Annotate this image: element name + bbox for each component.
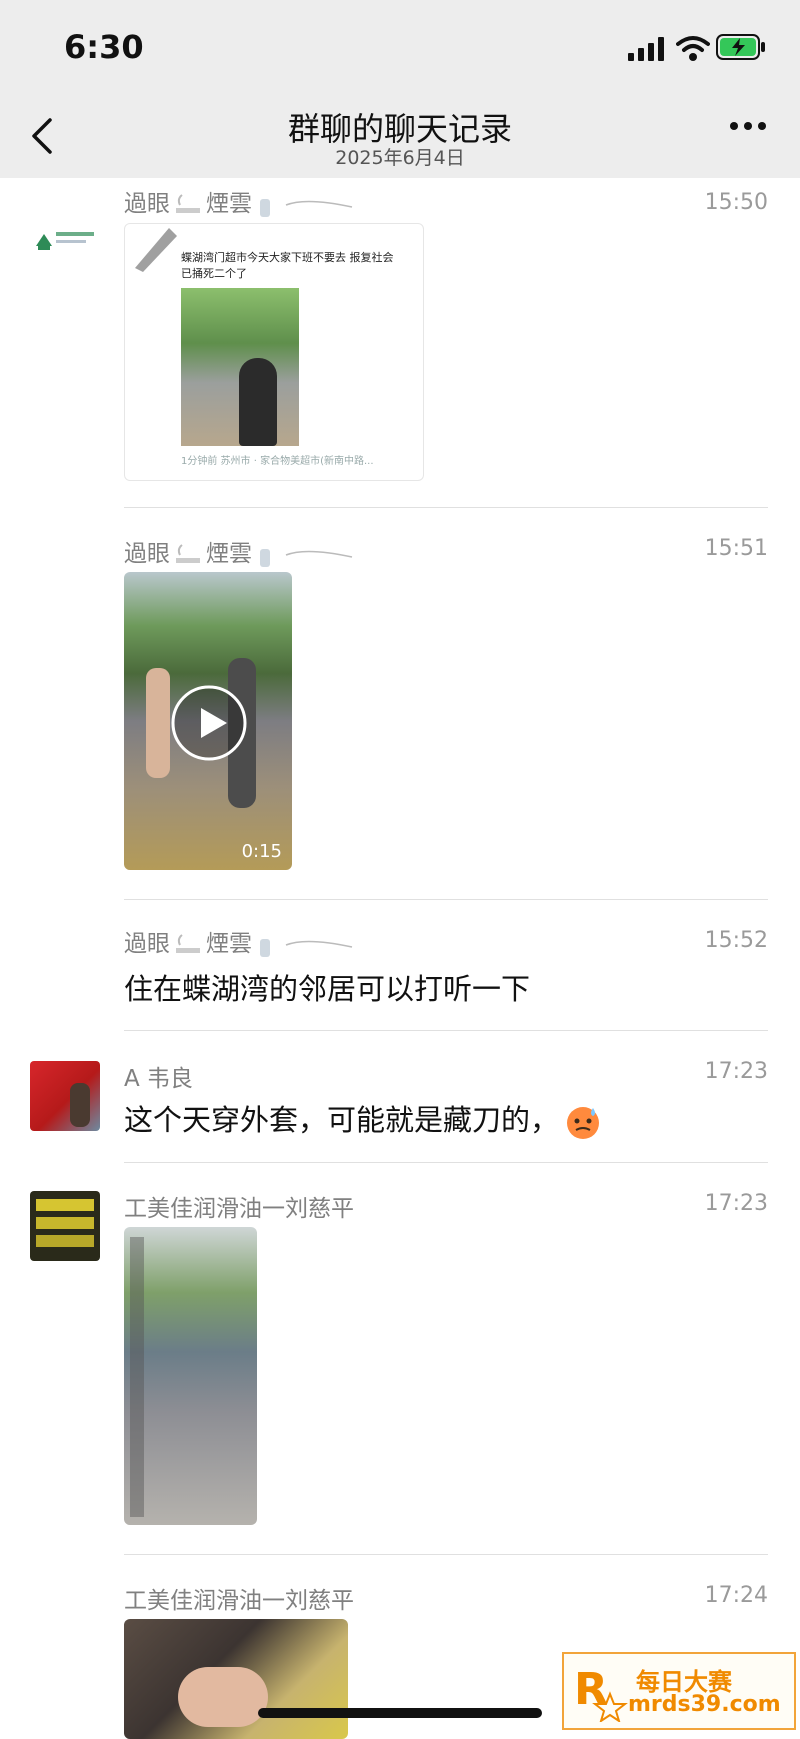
- card-post-text: 蝶湖湾门超市今天大家下班不要去 报复社会 已捅死二个了: [181, 251, 394, 280]
- decorative-emoji-icon: [260, 938, 353, 957]
- message-item: 過眼 煙雲 15:52 住在蝶湖湾的邻居可以打听一下: [0, 900, 800, 1031]
- message-text: 这个天穿外套，可能就是藏刀的，: [124, 1097, 601, 1140]
- sweat-face-emoji-icon: [567, 1107, 600, 1139]
- wifi-icon: [676, 36, 710, 61]
- video-thumbnail[interactable]: 0:15: [124, 572, 292, 870]
- avatar[interactable]: [30, 208, 100, 278]
- blurred-avatar-icon: [135, 228, 177, 272]
- play-icon[interactable]: [170, 684, 248, 762]
- message-time: 17:23: [704, 1191, 768, 1216]
- sender-name: 工美佳润滑油一刘慈平: [124, 1588, 354, 1614]
- message-item: A 韦良 17:23 这个天穿外套，可能就是藏刀的，: [0, 1031, 800, 1163]
- battery-charging-icon: [716, 34, 765, 60]
- photo-figure: [239, 358, 277, 446]
- watermark: R 每日大赛 mrds39.com: [562, 1652, 796, 1730]
- image-hand: [178, 1667, 268, 1727]
- video-figure: [146, 668, 170, 778]
- sender-name: 過眼 煙雲: [124, 184, 356, 218]
- home-indicator[interactable]: [258, 1708, 542, 1718]
- svg-text:R: R: [574, 1664, 608, 1715]
- chat-image[interactable]: [124, 1619, 348, 1739]
- status-time: 6:30: [64, 28, 144, 66]
- message-time: 15:50: [704, 190, 768, 215]
- video-duration: 0:15: [241, 841, 282, 862]
- decorative-emoji-icon: [260, 548, 353, 567]
- message-item: 過眼 煙雲 15:51 0:15: [0, 508, 800, 900]
- watermark-url: mrds39.com: [628, 1692, 781, 1717]
- shared-post-card[interactable]: 蝶湖湾门超市今天大家下班不要去 报复社会 已捅死二个了 1分钟前 苏州市 · 家…: [124, 223, 424, 481]
- avatar-figure: [70, 1083, 90, 1127]
- more-options-icon[interactable]: [728, 120, 768, 132]
- image-railing: [130, 1237, 144, 1517]
- message-time: 17:23: [704, 1059, 768, 1084]
- company-logo-icon: [36, 232, 94, 250]
- message-text: 住在蝶湖湾的邻居可以打听一下: [124, 972, 531, 1006]
- message-item: 工美佳润滑油一刘慈平 17:23: [0, 1163, 800, 1555]
- message-time: 17:24: [704, 1583, 768, 1608]
- cigarette-emoji-icon: [176, 193, 200, 213]
- cigarette-emoji-icon: [176, 543, 200, 563]
- watermark-logo-icon: R: [574, 1664, 628, 1722]
- message-item: 過眼 煙雲 15:50 蝶湖湾门超市今天大家下班不要去 报复社会 已捅死二个了 1…: [0, 178, 800, 508]
- sender-name: 工美佳润滑油一刘慈平: [124, 1196, 354, 1222]
- message-time: 15:52: [704, 928, 768, 953]
- avatar[interactable]: [30, 1191, 100, 1261]
- avatar[interactable]: [30, 1061, 100, 1131]
- avatar-product: [36, 1235, 94, 1247]
- card-meta-location: 1分钟前 苏州市 · 家合物美超市(新南中路...: [181, 456, 374, 467]
- sender-name: A 韦良: [124, 1066, 194, 1092]
- chat-image[interactable]: [124, 1227, 257, 1525]
- page-subtitle-date: 2025年6月4日: [335, 147, 465, 169]
- card-photo: [181, 288, 299, 446]
- decorative-emoji-icon: [260, 198, 353, 217]
- cigarette-emoji-icon: [176, 933, 200, 953]
- avatar-product: [36, 1199, 94, 1211]
- sender-name: 過眼 煙雲: [124, 924, 356, 958]
- sender-name: 過眼 煙雲: [124, 534, 356, 568]
- message-time: 15:51: [704, 536, 768, 561]
- avatar-product: [36, 1217, 94, 1229]
- cellular-signal-icon: [628, 37, 664, 61]
